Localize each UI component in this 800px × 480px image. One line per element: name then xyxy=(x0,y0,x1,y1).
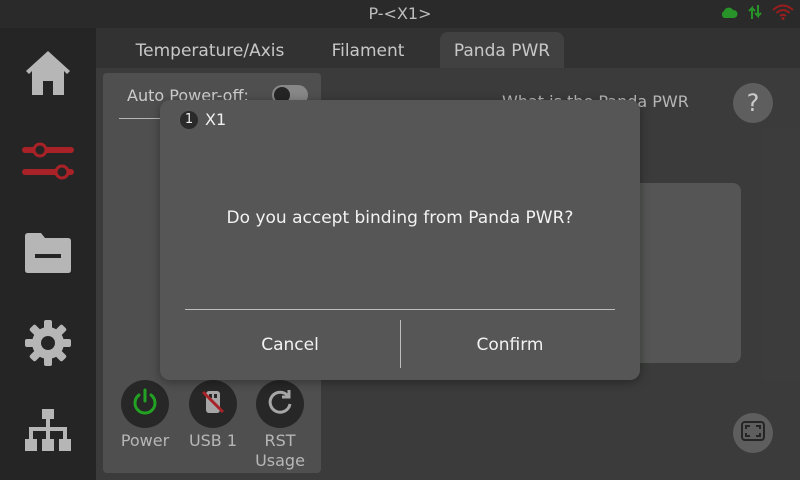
confirm-button[interactable]: Confirm xyxy=(390,320,630,370)
binding-dialog: 1 X1 Do you accept binding from Panda PW… xyxy=(160,100,640,380)
device-name: X1 xyxy=(205,110,227,129)
device-number-badge: 1 xyxy=(180,111,198,129)
dialog-divider xyxy=(185,309,615,310)
cancel-button[interactable]: Cancel xyxy=(170,320,410,370)
dialog-message: Do you accept binding from Panda PWR? xyxy=(226,208,574,228)
